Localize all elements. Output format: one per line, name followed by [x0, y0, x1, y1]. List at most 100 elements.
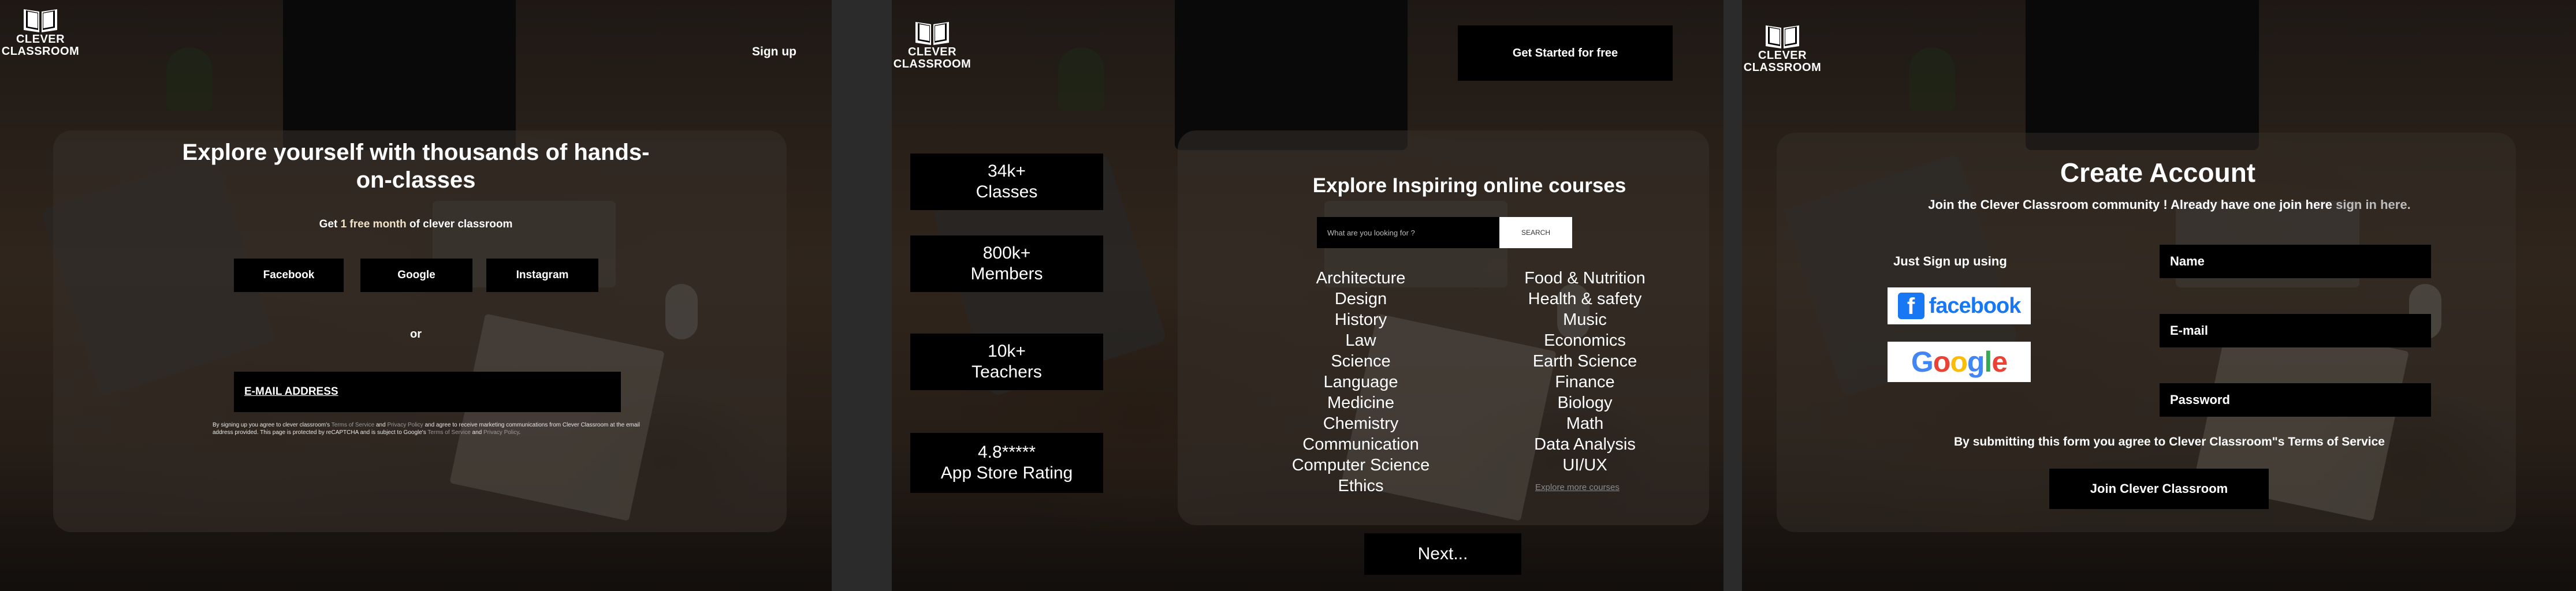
course-item[interactable]: Medicine — [1274, 392, 1447, 413]
facebook-wordmark: facebook — [1929, 293, 2022, 318]
email-input[interactable]: E-MAIL ADDRESS — [234, 372, 621, 412]
book-icon — [1766, 25, 1799, 48]
legal-text: By signing up you agree to clever classr… — [213, 421, 646, 436]
course-item[interactable]: History — [1274, 309, 1447, 330]
email-label: E-MAIL ADDRESS — [244, 386, 338, 398]
courses-title: Explore Inspiring online courses — [1312, 174, 1626, 197]
join-text: Join the Clever Classroom community ! Al… — [1928, 197, 2336, 212]
stat-value: 800k+ — [982, 244, 1031, 263]
legal-part: . — [519, 429, 521, 436]
google-wordmark: Google — [1911, 345, 2008, 379]
next-button[interactable]: Next... — [1364, 533, 1521, 575]
stat-value: 4.8***** — [977, 443, 1036, 462]
logo-text-line2: CLASSROOM — [893, 58, 971, 70]
subline-highlight: 1 free month — [340, 218, 407, 230]
course-item[interactable]: Design — [1274, 289, 1447, 309]
book-icon — [915, 22, 949, 45]
course-item[interactable]: Math — [1487, 413, 1683, 434]
landing-screen: CLEVER CLASSROOM Sign up Explore yoursel… — [0, 0, 832, 591]
google-terms-link[interactable]: Terms of Service — [427, 429, 470, 436]
hero-subline: Get 1 free month of clever classroom — [254, 218, 578, 231]
course-item[interactable]: Health & safety — [1487, 289, 1683, 309]
logo-text-line1: CLEVER — [1758, 49, 1807, 62]
legal-part: and — [470, 429, 484, 436]
stat-members: 800k+ Members — [910, 235, 1103, 292]
logo-text-line2: CLASSROOM — [1743, 61, 1822, 74]
password-label: Password — [2170, 392, 2230, 407]
or-divider: or — [410, 328, 422, 341]
stat-label: Teachers — [971, 362, 1042, 381]
facebook-icon: f — [1897, 293, 1924, 319]
course-item[interactable]: Chemistry — [1274, 413, 1447, 434]
logo-text-line1: CLEVER — [907, 46, 957, 58]
legal-part: By signing up you agree to clever classr… — [213, 422, 332, 428]
google-letter: o — [1950, 346, 1968, 378]
explore-more-link[interactable]: Explore more courses — [1535, 482, 1620, 492]
get-started-button[interactable]: Get Started for free — [1458, 25, 1673, 81]
google-letter: G — [1911, 346, 1934, 378]
privacy-link[interactable]: Privacy Policy — [387, 422, 423, 428]
stat-label: App Store Rating — [940, 463, 1073, 482]
course-item[interactable]: Finance — [1487, 372, 1683, 392]
google-letter: o — [1933, 346, 1951, 378]
search-button[interactable]: SEARCH — [1499, 217, 1572, 248]
instagram-button[interactable]: Instagram — [486, 259, 598, 292]
email-field[interactable]: E-mail — [2160, 314, 2431, 347]
course-item[interactable]: Economics — [1487, 330, 1683, 351]
course-item[interactable]: Data Analysis — [1487, 434, 1683, 455]
join-community-text: Join the Clever Classroom community ! Al… — [1892, 197, 2447, 212]
course-item[interactable]: Music — [1487, 309, 1683, 330]
course-item[interactable]: Biology — [1487, 392, 1683, 413]
terms-link[interactable]: Terms of Service — [332, 422, 374, 428]
stat-rating: 4.8***** App Store Rating — [910, 433, 1103, 493]
signup-link[interactable]: Sign up — [752, 45, 796, 59]
courses-screen: CLEVER CLASSROOM Get Started for free 34… — [892, 0, 1723, 591]
name-field[interactable]: Name — [2160, 245, 2431, 278]
stat-teachers: 10k+ Teachers — [910, 334, 1103, 390]
stat-label: Members — [970, 264, 1043, 283]
logo-text-line2: CLASSROOM — [1, 45, 80, 58]
subline-pre: Get — [319, 218, 341, 230]
logo[interactable]: CLEVER CLASSROOM — [0, 5, 81, 58]
google-letter: l — [1984, 346, 1992, 378]
logo[interactable]: CLEVER CLASSROOM — [892, 17, 973, 70]
stat-label: Classes — [976, 182, 1038, 201]
course-item[interactable]: Earth Science — [1487, 351, 1683, 372]
google-signup-button[interactable]: Google — [1888, 342, 2031, 382]
page-title: Create Account — [2060, 158, 2256, 188]
facebook-signup-button[interactable]: f facebook — [1888, 287, 2031, 324]
book-icon — [24, 9, 57, 32]
email-label: E-mail — [2170, 323, 2209, 338]
join-button[interactable]: Join Clever Classroom — [2049, 469, 2269, 509]
course-item[interactable]: Computer Science — [1274, 455, 1447, 476]
course-item[interactable]: Law — [1274, 330, 1447, 351]
google-privacy-link[interactable]: Privacy Policy — [483, 429, 519, 436]
create-account-screen: CLEVER CLASSROOM Create Account Join the… — [1742, 0, 2576, 591]
legal-part: and — [374, 422, 388, 428]
logo[interactable]: CLEVER CLASSROOM — [1742, 21, 1823, 74]
course-item[interactable]: Science — [1274, 351, 1447, 372]
facebook-button[interactable]: Facebook — [234, 259, 344, 292]
password-field[interactable]: Password — [2160, 383, 2431, 417]
stat-value: 10k+ — [988, 342, 1026, 361]
stat-value: 34k+ — [988, 162, 1026, 181]
subline-post: of clever classroom — [406, 218, 513, 230]
logo-text-line1: CLEVER — [16, 33, 65, 46]
course-item[interactable]: UI/UX — [1487, 455, 1683, 476]
stat-classes: 34k+ Classes — [910, 154, 1103, 210]
course-list-left: Architecture Design History Law Science … — [1274, 268, 1447, 496]
course-item[interactable]: Ethics — [1274, 476, 1447, 496]
social-signup-label: Just Sign up using — [1893, 254, 2007, 268]
sign-in-link[interactable]: sign in here. — [2336, 197, 2411, 212]
google-button[interactable]: Google — [360, 259, 472, 292]
course-item[interactable]: Communication — [1274, 434, 1447, 455]
terms-notice: By submitting this form you agree to Cle… — [1954, 435, 2385, 448]
google-letter: e — [1991, 346, 2008, 378]
search-input[interactable]: What are you looking for ? — [1317, 217, 1499, 248]
hero-headline: Explore yourself with thousands of hands… — [182, 140, 650, 193]
course-item[interactable]: Language — [1274, 372, 1447, 392]
course-item[interactable]: Architecture — [1274, 268, 1447, 289]
course-list-right: Food & Nutrition Health & safety Music E… — [1487, 268, 1683, 476]
course-item[interactable]: Food & Nutrition — [1487, 268, 1683, 289]
google-letter: g — [1967, 346, 1985, 378]
